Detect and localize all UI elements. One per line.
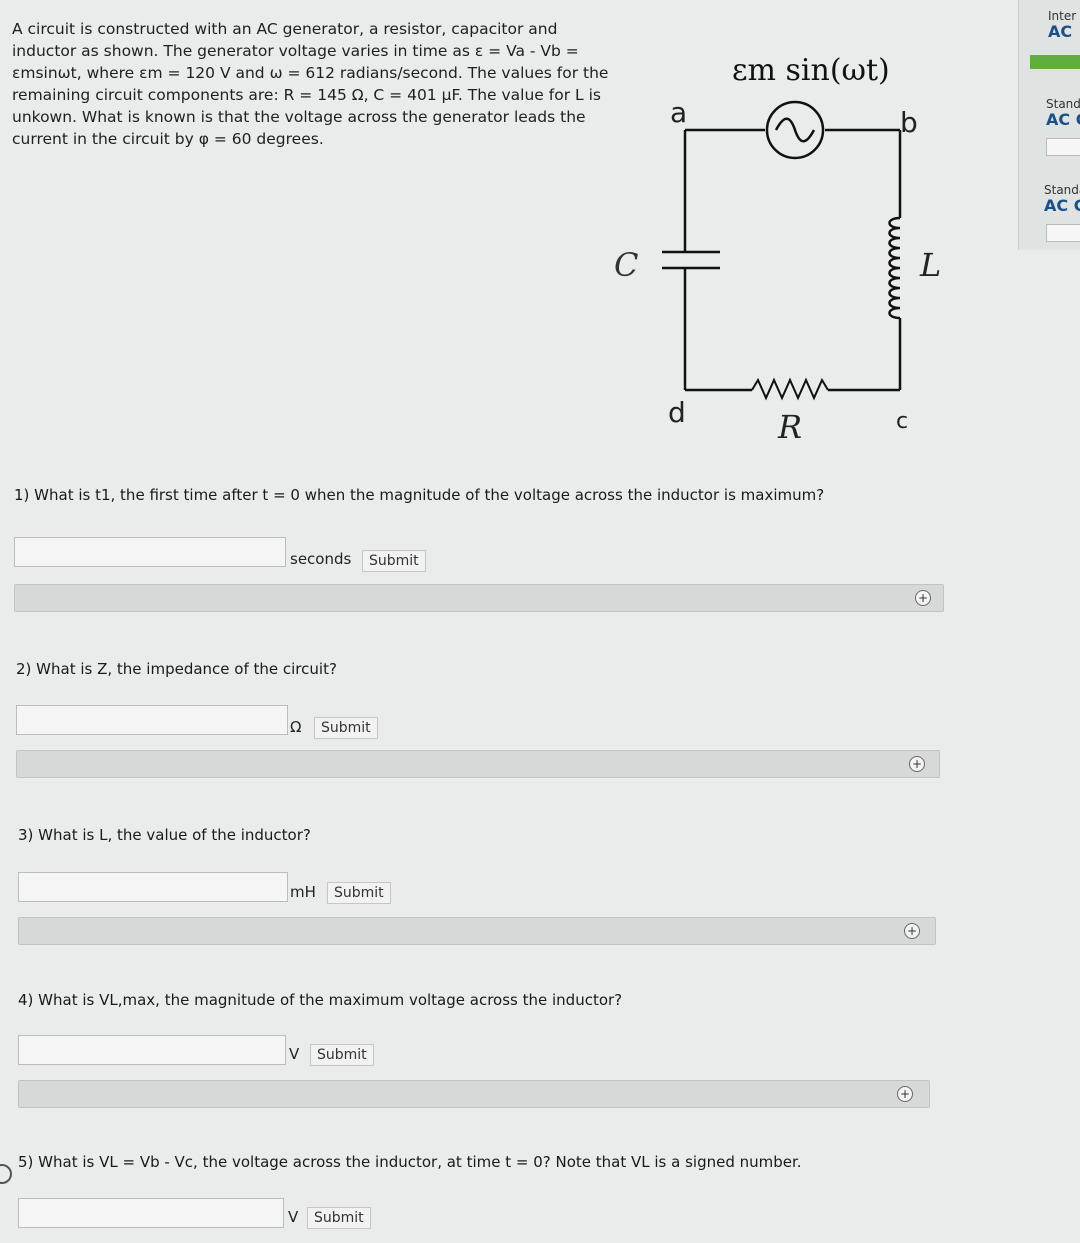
question-2-answer-input[interactable]	[16, 705, 288, 735]
sidebar-item-2-line2: AC C	[1046, 110, 1080, 129]
resistor-icon	[751, 377, 829, 401]
sidebar-item-1[interactable]: Inter AC	[1048, 9, 1077, 41]
question-2-feedback-bar: +	[16, 750, 940, 778]
ac-generator-icon	[765, 100, 825, 160]
question-2-unit: Ω	[290, 718, 302, 736]
question-3-text: 3) What is L, the value of the inductor?	[18, 826, 311, 844]
problem-line-2: inductor as shown. The generator voltage…	[12, 42, 579, 60]
question-5-answer-input[interactable]	[18, 1198, 284, 1228]
sidebar-item-3-box[interactable]	[1046, 224, 1080, 242]
sidebar-item-2-box[interactable]	[1046, 138, 1080, 156]
question-2-submit-button[interactable]: Submit	[314, 717, 378, 739]
sidebar-item-1-line2: AC	[1048, 22, 1073, 41]
question-4-text: 4) What is VL,max, the magnitude of the …	[18, 991, 623, 1009]
sidebar-item-1-line1: Inter	[1048, 9, 1077, 23]
question-2-text: 2) What is Z, the impedance of the circu…	[16, 660, 337, 678]
problem-statement: A circuit is constructed with an AC gene…	[12, 18, 612, 150]
question-5-submit-button[interactable]: Submit	[307, 1207, 371, 1229]
question-1-answer-input[interactable]	[14, 537, 286, 567]
problem-line-3: εmsinωt, where εm = 120 V and ω = 612 ra…	[12, 64, 609, 82]
question-1-unit: seconds	[290, 550, 352, 568]
inductor-icon	[888, 216, 901, 320]
sidebar-item-3-line2: AC C	[1044, 196, 1080, 215]
radio-marker-icon	[0, 1164, 12, 1184]
question-5-text: 5) What is VL = Vb - Vc, the voltage acr…	[18, 1153, 802, 1171]
question-1-submit-button[interactable]: Submit	[362, 550, 426, 572]
question-4-submit-button[interactable]: Submit	[310, 1044, 374, 1066]
sidebar-item-3-line1: Standa	[1044, 183, 1080, 197]
capacitor-icon	[662, 250, 720, 270]
resistor-label: R	[777, 408, 802, 446]
problem-line-6: current in the circuit by φ = 60 degrees…	[12, 130, 324, 148]
node-a-label: a	[670, 96, 687, 129]
plus-circle-icon[interactable]: +	[897, 1086, 913, 1102]
question-5-unit: V	[288, 1208, 299, 1226]
question-1-text: 1) What is t1, the first time after t = …	[14, 486, 825, 504]
sidebar-item-2[interactable]: Stand AC C	[1046, 97, 1080, 129]
question-3-submit-button[interactable]: Submit	[327, 882, 391, 904]
problem-line-1: A circuit is constructed with an AC gene…	[12, 20, 558, 38]
problem-line-4: remaining circuit components are: R = 14…	[12, 86, 601, 104]
plus-circle-icon[interactable]: +	[909, 756, 925, 772]
plus-circle-icon[interactable]: +	[904, 923, 920, 939]
question-1-feedback-bar: +	[14, 584, 944, 612]
question-3-answer-input[interactable]	[18, 872, 288, 902]
emf-label: εm sin(ωt)	[732, 53, 890, 88]
question-4-unit: V	[289, 1045, 300, 1063]
plus-circle-icon[interactable]: +	[915, 590, 931, 606]
node-b-label: b	[900, 106, 918, 139]
question-3-unit: mH	[290, 883, 316, 901]
problem-line-5: unkown. What is known is that the voltag…	[12, 108, 586, 126]
circuit-diagram: εm sin(ωt) a b C L d R c	[614, 53, 941, 446]
sidebar-item-3[interactable]: Standa AC C	[1044, 183, 1080, 215]
node-d-label: d	[668, 396, 686, 429]
inductor-label: L	[919, 246, 941, 284]
question-4-feedback-bar: +	[18, 1080, 930, 1108]
sidebar-progress-bar	[1030, 55, 1080, 69]
sidebar-item-2-line1: Stand	[1046, 97, 1080, 111]
circuit-wires	[683, 128, 902, 392]
capacitor-label: C	[614, 246, 638, 284]
node-c-label: c	[896, 409, 908, 434]
question-4-answer-input[interactable]	[18, 1035, 286, 1065]
question-3-feedback-bar: +	[18, 917, 936, 945]
